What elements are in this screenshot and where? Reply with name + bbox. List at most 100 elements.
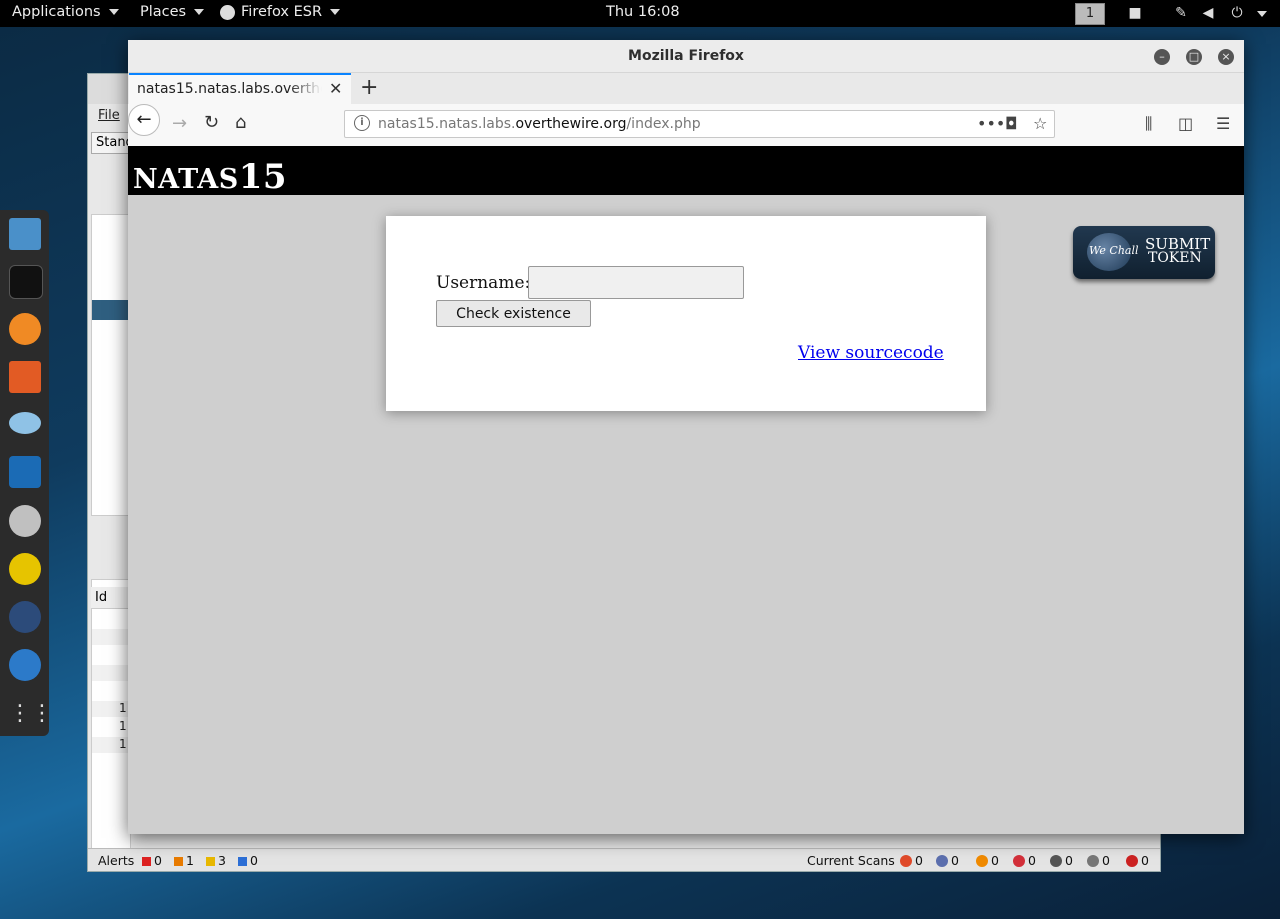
top-panel: Applications Places Firefox ESR Thu 16:0… bbox=[0, 0, 1280, 27]
tab-strip: natas15.natas.labs.overthewire.org ✕ + bbox=[128, 73, 1244, 104]
scan-count[interactable]: 0 bbox=[900, 853, 923, 868]
navigation-toolbar: ← → ↻ ⌂ i natas15.natas.labs.overthewire… bbox=[128, 104, 1244, 147]
library-icon[interactable]: ⫼ bbox=[1145, 114, 1152, 134]
new-tab-icon[interactable]: + bbox=[360, 75, 378, 100]
page-title: NATAS15 bbox=[133, 157, 288, 197]
username-input[interactable] bbox=[528, 266, 744, 299]
alert-high-count[interactable]: 0 bbox=[142, 853, 162, 868]
scan-count[interactable]: 0 bbox=[1050, 853, 1073, 868]
scan-icon bbox=[936, 855, 948, 867]
scan-count[interactable]: 0 bbox=[976, 853, 999, 868]
tab-natas15[interactable]: natas15.natas.labs.overthewire.org ✕ bbox=[129, 73, 351, 104]
scan-count[interactable]: 0 bbox=[936, 853, 959, 868]
chevron-down-icon bbox=[108, 9, 119, 15]
fire-icon bbox=[976, 855, 988, 867]
flag-icon bbox=[206, 857, 215, 866]
applications-label: Applications bbox=[12, 4, 101, 20]
home-icon[interactable]: ⌂ bbox=[235, 112, 246, 133]
video-icon[interactable]: ■ bbox=[1126, 5, 1144, 21]
clock[interactable]: Thu 16:08 bbox=[606, 4, 680, 20]
terminal-icon[interactable] bbox=[9, 265, 43, 299]
zap-status-bar: Alerts 0 1 3 0 Current Scans 0 0 0 0 0 0… bbox=[88, 848, 1160, 871]
flag-icon bbox=[142, 857, 151, 866]
check-existence-button[interactable]: Check existence bbox=[436, 300, 591, 327]
minimize-icon[interactable]: – bbox=[1154, 49, 1170, 65]
app-grid-icon[interactable]: ⋮⋮ bbox=[9, 700, 53, 732]
scan-count[interactable]: 0 bbox=[1087, 853, 1110, 868]
target-icon bbox=[1013, 855, 1025, 867]
dock: ⋮⋮ bbox=[0, 210, 53, 736]
pocket-icon[interactable]: ◘ bbox=[1005, 114, 1018, 133]
flag-icon bbox=[238, 857, 247, 866]
firefox-menu-label: Firefox ESR bbox=[241, 4, 323, 20]
zap-id-column-header[interactable]: Id bbox=[91, 587, 129, 609]
page-actions-icon[interactable]: ••• bbox=[977, 114, 1005, 133]
zap-sites-tree[interactable] bbox=[91, 214, 131, 516]
page-content: NATAS15 Username: Check existence View s… bbox=[128, 146, 1244, 834]
maltego-icon[interactable] bbox=[9, 505, 41, 537]
row-id: 1 bbox=[119, 719, 127, 733]
workspace-indicator[interactable]: 1 bbox=[1075, 3, 1105, 25]
applications-menu[interactable]: Applications bbox=[12, 4, 119, 20]
info-icon[interactable]: i bbox=[354, 115, 370, 131]
scan-icon bbox=[900, 855, 912, 867]
view-sourcecode-link[interactable]: View sourcecode bbox=[798, 343, 944, 363]
zap-active-icon[interactable] bbox=[9, 649, 41, 681]
flag-icon bbox=[174, 857, 183, 866]
wireless-icon[interactable] bbox=[9, 553, 41, 585]
alert-info-count[interactable]: 0 bbox=[238, 853, 258, 868]
pen-icon[interactable]: ✎ bbox=[1172, 5, 1190, 21]
forward-icon[interactable]: → bbox=[172, 113, 187, 134]
chevron-down-icon bbox=[194, 9, 205, 15]
row-id: 1 bbox=[119, 737, 127, 751]
content-box: Username: Check existence View sourcecod… bbox=[386, 216, 986, 411]
menu-hamburger-icon[interactable]: ☰ bbox=[1216, 114, 1230, 133]
wechall-brand: We Chall bbox=[1089, 244, 1139, 257]
table-row[interactable] bbox=[92, 665, 129, 681]
metasploit-icon[interactable] bbox=[9, 456, 41, 488]
maximize-icon[interactable]: □ bbox=[1186, 49, 1202, 65]
zap-icon[interactable] bbox=[9, 601, 41, 633]
url-bar[interactable]: i natas15.natas.labs.overthewire.org/ind… bbox=[344, 110, 1055, 138]
files-icon[interactable] bbox=[9, 218, 41, 250]
scan-count[interactable]: 0 bbox=[1013, 853, 1036, 868]
sidebar-icon[interactable]: ◫ bbox=[1178, 114, 1193, 133]
zap-tree-selected-row[interactable] bbox=[92, 300, 129, 320]
table-row[interactable] bbox=[92, 629, 129, 645]
reload-icon[interactable]: ↻ bbox=[204, 112, 219, 133]
ajax-spider-icon bbox=[1126, 855, 1138, 867]
tab-close-icon[interactable]: ✕ bbox=[329, 79, 342, 98]
close-icon[interactable]: × bbox=[1218, 49, 1234, 65]
firefox-icon bbox=[220, 4, 235, 20]
alerts-label: Alerts bbox=[98, 853, 135, 868]
firefox-titlebar[interactable]: Mozilla Firefox – □ × bbox=[128, 40, 1244, 73]
eye-icon[interactable] bbox=[9, 412, 41, 434]
places-label: Places bbox=[140, 4, 187, 20]
current-scans-label: Current Scans bbox=[807, 853, 895, 868]
hammer-icon bbox=[1087, 855, 1099, 867]
scan-count[interactable]: 0 bbox=[1126, 853, 1149, 868]
chevron-down-icon bbox=[330, 9, 341, 15]
zap-file-menu[interactable]: File bbox=[98, 108, 120, 123]
username-label: Username: bbox=[436, 273, 531, 293]
clock-label: Thu 16:08 bbox=[606, 4, 680, 20]
natas-header: NATAS15 bbox=[128, 146, 1244, 197]
submit-token-button[interactable]: We Chall SUBMIT TOKEN bbox=[1073, 226, 1215, 279]
firefox-app-menu[interactable]: Firefox ESR bbox=[220, 4, 341, 20]
firefox-icon[interactable] bbox=[9, 313, 41, 345]
alert-low-count[interactable]: 3 bbox=[206, 853, 226, 868]
tab-title-fade bbox=[289, 75, 322, 102]
chevron-down-icon[interactable] bbox=[1257, 11, 1267, 17]
burp-icon[interactable] bbox=[9, 361, 41, 393]
row-id: 1 bbox=[119, 701, 127, 715]
back-button[interactable]: ← bbox=[128, 104, 160, 136]
bookmark-star-icon[interactable]: ☆ bbox=[1033, 114, 1047, 133]
url-text: natas15.natas.labs.overthewire.org/index… bbox=[378, 116, 701, 132]
places-menu[interactable]: Places bbox=[140, 4, 205, 20]
spider-icon bbox=[1050, 855, 1062, 867]
firefox-window: Mozilla Firefox – □ × natas15.natas.labs… bbox=[128, 40, 1244, 834]
token-label: TOKEN bbox=[1148, 250, 1202, 266]
alert-medium-count[interactable]: 1 bbox=[174, 853, 194, 868]
power-icon[interactable]: ⏻ bbox=[1228, 5, 1246, 21]
volume-icon[interactable]: ◀ bbox=[1199, 5, 1217, 21]
